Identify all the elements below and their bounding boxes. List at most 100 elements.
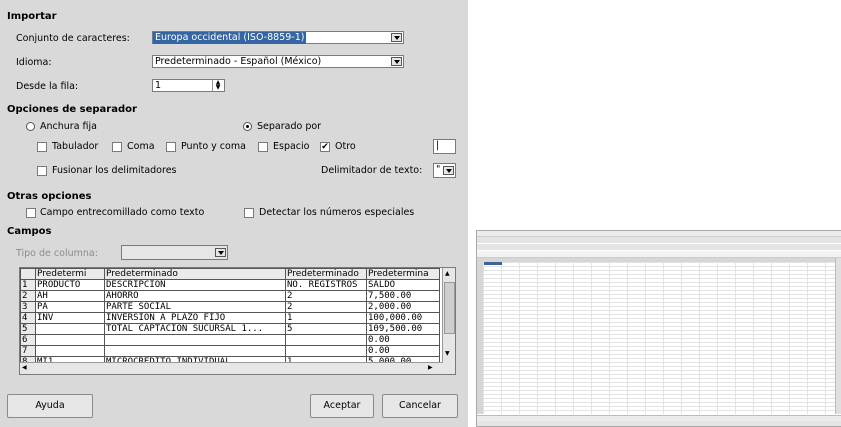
table-cell	[285, 345, 367, 357]
table-cell: 100,000.00	[366, 312, 440, 324]
table-cell: 0.00	[366, 345, 440, 357]
table-cell: 5	[285, 323, 367, 335]
merge-delimiters-checkbox[interactable]	[37, 166, 47, 176]
space-checkbox[interactable]	[258, 142, 268, 152]
cancel-button[interactable]: Cancelar	[382, 394, 458, 418]
charset-label: Conjunto de caracteres:	[16, 33, 130, 44]
comma-label[interactable]: Coma	[127, 141, 155, 152]
row-number: 1	[20, 279, 36, 291]
table-cell: 109,500.00	[366, 323, 440, 335]
chevron-down-icon[interactable]	[391, 33, 402, 42]
other-checkbox[interactable]: ✔	[320, 142, 330, 152]
cell-grid	[483, 262, 835, 414]
from-row-label: Desde la fila:	[16, 81, 79, 92]
table-cell: SALDO	[366, 279, 440, 291]
charset-value: Europa occidental (ISO-8859-1)	[153, 32, 307, 44]
scroll-thumb[interactable]	[444, 282, 455, 334]
column-type-select[interactable]	[121, 245, 228, 260]
comma-checkbox[interactable]	[112, 142, 122, 152]
fields-section-title: Campos	[7, 226, 52, 237]
semicolon-label[interactable]: Punto y coma	[181, 141, 246, 152]
table-cell	[104, 334, 286, 346]
from-row-spinbox[interactable]: 1 ▲ ▼	[152, 79, 225, 92]
text-delimiter-label: Delimitador de texto:	[321, 165, 423, 176]
vertical-scrollbar[interactable]: ▲ ▼	[442, 268, 455, 374]
spin-arrows-icon[interactable]: ▲ ▼	[212, 80, 223, 91]
horizontal-scrollbar[interactable]: ◀ ▶	[20, 362, 443, 374]
table-row: 4 INV INVERSION A PLAZO FIJO 1 100,000.0…	[20, 312, 440, 324]
table-cell: PARTE SOCIAL	[104, 301, 286, 313]
text-delimiter-value: "	[436, 164, 441, 175]
quoted-as-text-checkbox[interactable]	[26, 208, 36, 218]
language-label: Idioma:	[16, 57, 52, 68]
fixed-width-label[interactable]: Anchura fija	[40, 121, 97, 132]
table-cell: DESCRIPCION	[104, 279, 286, 291]
table-cell: TOTAL CAPTACIÓN SUCURSAL 1...	[104, 323, 286, 335]
table-cell	[285, 334, 367, 346]
column-header[interactable]: Predetermina	[366, 268, 440, 280]
chevron-down-icon[interactable]	[443, 166, 454, 175]
separated-by-radio[interactable]	[243, 122, 252, 131]
fixed-width-radio[interactable]	[26, 122, 35, 131]
scroll-left-icon[interactable]: ◀	[22, 364, 27, 371]
formatting-toolbar	[477, 244, 841, 250]
table-cell: INVERSION A PLAZO FIJO	[104, 312, 286, 324]
chevron-down-icon[interactable]	[391, 57, 402, 66]
row-number: 3	[20, 301, 36, 313]
merge-delimiters-label[interactable]: Fusionar los delimitadores	[52, 165, 176, 176]
selected-cell	[484, 262, 502, 265]
table-row: 6 0.00	[20, 334, 440, 346]
separated-by-label[interactable]: Separado por	[257, 121, 321, 132]
preview-header-row: Predetermi Predeterminado Predeterminado…	[20, 268, 440, 280]
detect-numbers-checkbox[interactable]	[244, 208, 254, 218]
table-cell	[35, 334, 105, 346]
preview-grid[interactable]: Predetermi Predeterminado Predeterminado…	[19, 267, 456, 375]
ok-button[interactable]: Aceptar	[310, 394, 374, 418]
column-header[interactable]: Predeterminado	[104, 268, 286, 280]
column-type-label: Tipo de columna:	[16, 248, 98, 259]
help-button[interactable]: Ayuda	[7, 394, 93, 418]
row-number: 4	[20, 312, 36, 324]
import-section-title: Importar	[7, 11, 57, 22]
chevron-down-icon[interactable]	[215, 248, 226, 257]
tab-checkbox[interactable]	[37, 142, 47, 152]
table-cell	[104, 345, 286, 357]
tab-label[interactable]: Tabulador	[52, 141, 98, 152]
scroll-up-icon[interactable]: ▲	[445, 270, 450, 277]
table-row: 5 TOTAL CAPTACIÓN SUCURSAL 1... 5 109,50…	[20, 323, 440, 335]
other-separator-input[interactable]: |	[433, 139, 456, 154]
standard-toolbar	[477, 237, 841, 243]
space-label[interactable]: Espacio	[273, 141, 309, 152]
preview-table: Predetermi Predeterminado Predeterminado…	[20, 268, 440, 368]
scroll-down-icon[interactable]: ▼	[445, 350, 450, 357]
column-header[interactable]: Predeterminado	[285, 268, 367, 280]
table-cell: 2,000.00	[366, 301, 440, 313]
other-label[interactable]: Otro	[335, 141, 356, 152]
table-cell	[35, 323, 105, 335]
spreadsheet-window-thumbnail	[476, 230, 841, 427]
language-select[interactable]: Predeterminado - Español (México)	[152, 55, 404, 68]
column-header[interactable]: Predetermi	[35, 268, 105, 280]
detect-numbers-label[interactable]: Detectar los números especiales	[259, 207, 414, 218]
table-cell: 0.00	[366, 334, 440, 346]
status-bar	[477, 421, 841, 426]
text-import-dialog: Importar Conjunto de caracteres: Europa …	[0, 0, 468, 427]
table-cell: INV	[35, 312, 105, 324]
separator-section-title: Opciones de separador	[7, 104, 137, 115]
table-cell	[35, 345, 105, 357]
quoted-as-text-label[interactable]: Campo entrecomillado como texto	[40, 207, 204, 218]
table-cell: 2	[285, 301, 367, 313]
scroll-right-icon[interactable]: ▶	[428, 364, 433, 371]
from-row-value: 1	[155, 80, 162, 91]
row-number: 5	[20, 323, 36, 335]
text-delimiter-select[interactable]: "	[433, 163, 456, 178]
table-cell: AH	[35, 290, 105, 302]
table-cell: NO. REGISTROS	[285, 279, 367, 291]
semicolon-checkbox[interactable]	[166, 142, 176, 152]
charset-select[interactable]: Europa occidental (ISO-8859-1)	[152, 31, 404, 44]
table-cell: 1	[285, 312, 367, 324]
table-row: 2 AH AHORRO 2 7,500.00	[20, 290, 440, 302]
table-row: 7 0.00	[20, 345, 440, 357]
table-row: 3 PA PARTE SOCIAL 2 2,000.00	[20, 301, 440, 313]
table-cell: AHORRO	[104, 290, 286, 302]
